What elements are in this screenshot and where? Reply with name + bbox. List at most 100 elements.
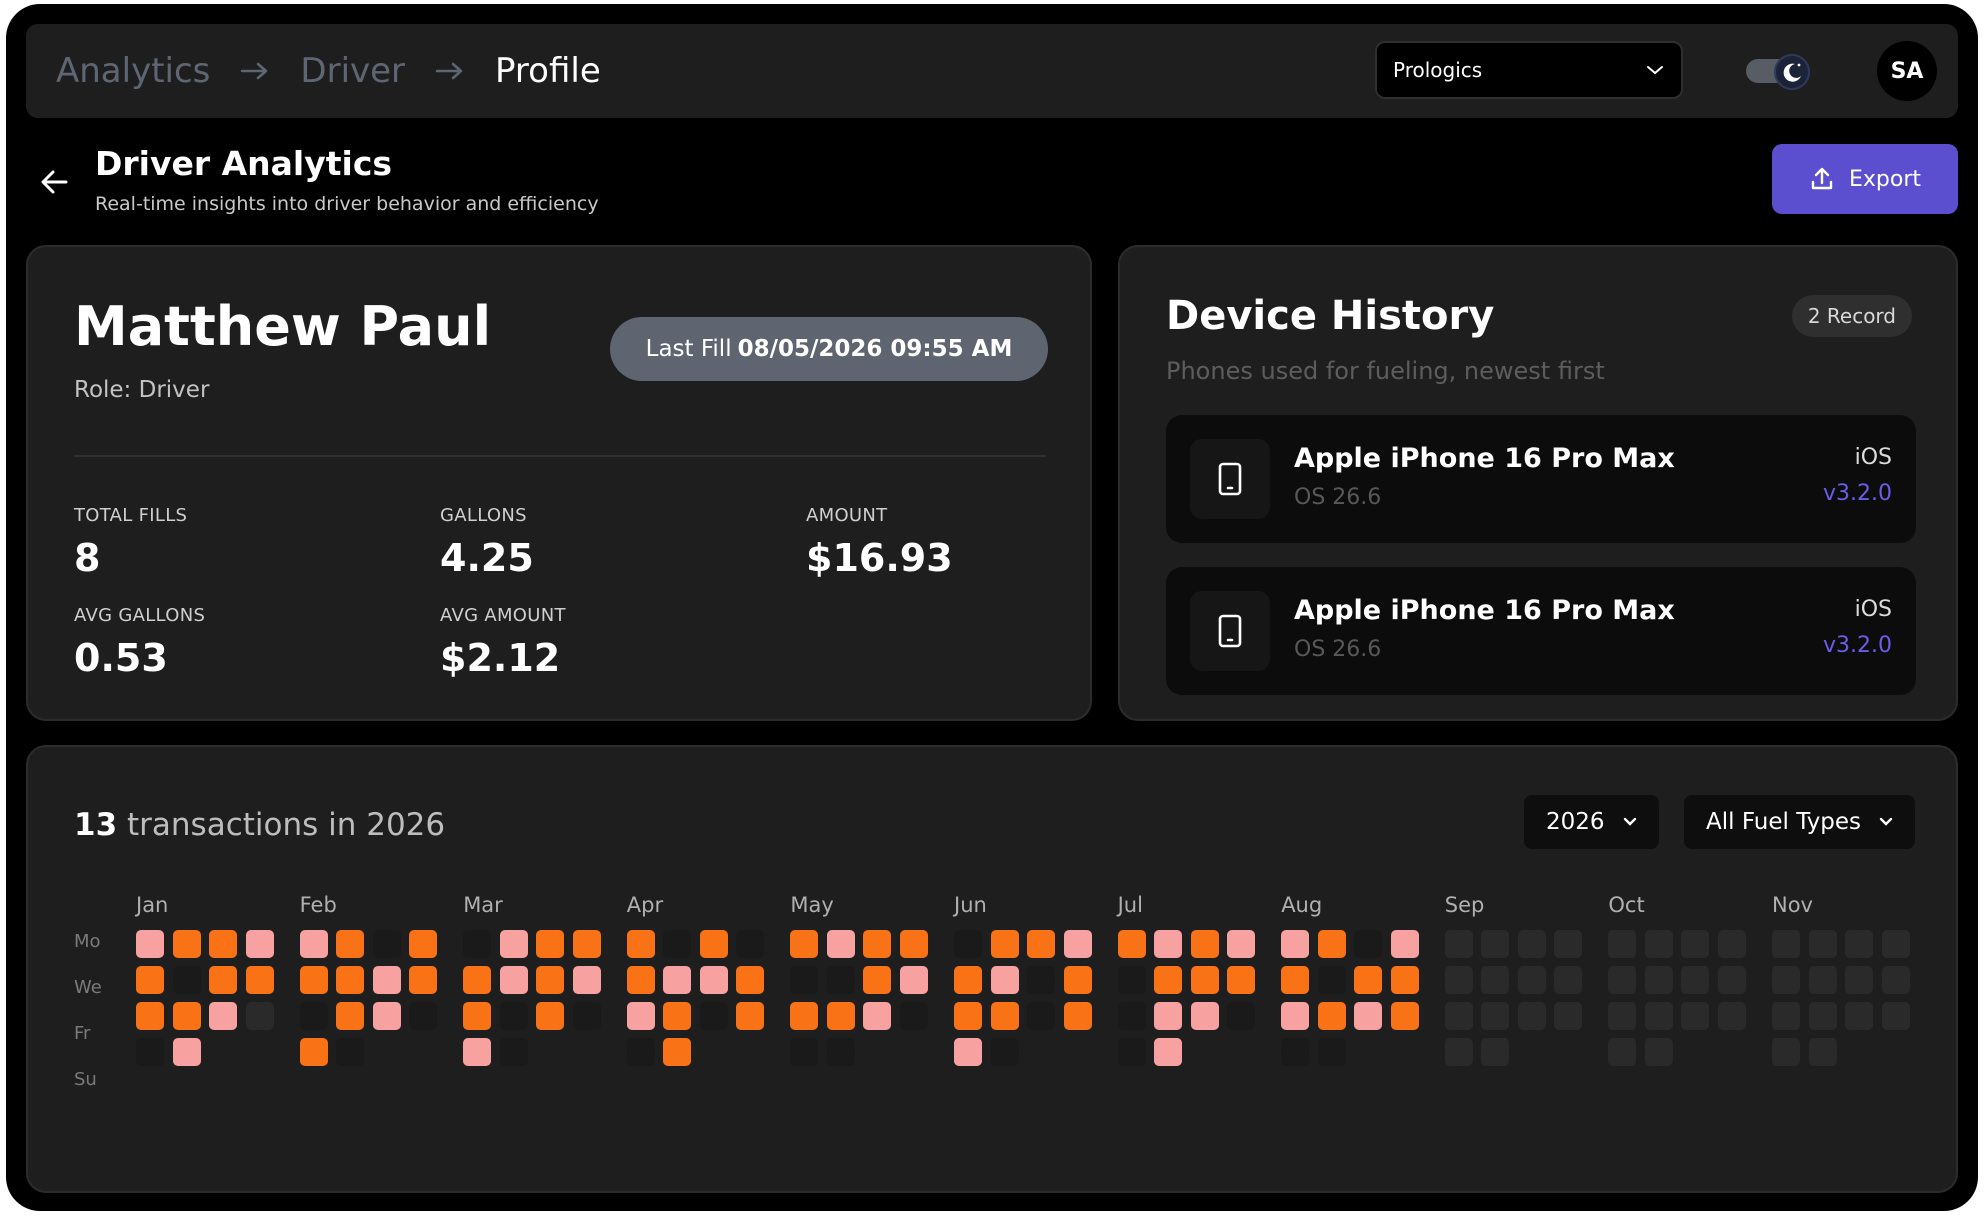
heatmap-cell[interactable] bbox=[1117, 1038, 1146, 1066]
heatmap-cell[interactable] bbox=[499, 966, 528, 994]
heatmap-cell[interactable] bbox=[372, 966, 401, 994]
heatmap-cell[interactable] bbox=[1190, 966, 1219, 994]
heatmap-cell[interactable] bbox=[990, 966, 1019, 994]
heatmap-cell[interactable] bbox=[336, 930, 365, 958]
heatmap-cell[interactable] bbox=[1644, 966, 1673, 994]
heatmap-cell[interactable] bbox=[1281, 1038, 1310, 1066]
heatmap-cell[interactable] bbox=[1681, 966, 1710, 994]
heatmap-cell[interactable] bbox=[1808, 966, 1837, 994]
heatmap-cell[interactable] bbox=[1644, 1038, 1673, 1066]
heatmap-cell[interactable] bbox=[1354, 930, 1383, 958]
heatmap-cell[interactable] bbox=[1063, 930, 1092, 958]
heatmap-cell[interactable] bbox=[1154, 1038, 1183, 1066]
heatmap-cell[interactable] bbox=[336, 966, 365, 994]
heatmap-cell[interactable] bbox=[1027, 930, 1055, 958]
heatmap-cell[interactable] bbox=[1227, 930, 1256, 958]
heatmap-cell[interactable] bbox=[699, 930, 728, 958]
heatmap-cell[interactable] bbox=[1608, 1038, 1637, 1066]
heatmap-cell[interactable] bbox=[663, 966, 692, 994]
device-item[interactable]: Apple iPhone 16 Pro Max OS 26.6 iOS v3.2… bbox=[1166, 567, 1916, 695]
heatmap-cell[interactable] bbox=[536, 1002, 565, 1030]
heatmap-cell[interactable] bbox=[1227, 1002, 1256, 1030]
breadcrumb-analytics[interactable]: Analytics bbox=[56, 51, 210, 91]
heatmap-cell[interactable] bbox=[954, 966, 982, 994]
heatmap-cell[interactable] bbox=[409, 1002, 438, 1030]
heatmap-cell[interactable] bbox=[1717, 966, 1746, 994]
year-select[interactable]: 2026 bbox=[1524, 795, 1659, 849]
heatmap-cell[interactable] bbox=[245, 966, 274, 994]
heatmap-cell[interactable] bbox=[790, 1002, 819, 1030]
heatmap-cell[interactable] bbox=[899, 1002, 928, 1030]
heatmap-cell[interactable] bbox=[1808, 1002, 1837, 1030]
heatmap-cell[interactable] bbox=[1390, 930, 1419, 958]
heatmap-cell[interactable] bbox=[1554, 966, 1583, 994]
heatmap-cell[interactable] bbox=[899, 930, 928, 958]
heatmap-cell[interactable] bbox=[1481, 966, 1510, 994]
heatmap-cell[interactable] bbox=[1881, 966, 1910, 994]
heatmap-cell[interactable] bbox=[1845, 930, 1873, 958]
heatmap-cell[interactable] bbox=[736, 930, 765, 958]
heatmap-cell[interactable] bbox=[1154, 930, 1183, 958]
heatmap-cell[interactable] bbox=[572, 966, 601, 994]
heatmap-cell[interactable] bbox=[336, 1002, 365, 1030]
heatmap-cell[interactable] bbox=[1808, 1038, 1837, 1066]
heatmap-cell[interactable] bbox=[663, 930, 692, 958]
heatmap-cell[interactable] bbox=[1481, 930, 1510, 958]
heatmap-cell[interactable] bbox=[1845, 1002, 1873, 1030]
heatmap-cell[interactable] bbox=[1190, 1002, 1219, 1030]
heatmap-cell[interactable] bbox=[209, 930, 237, 958]
heatmap-cell[interactable] bbox=[826, 966, 855, 994]
heatmap-cell[interactable] bbox=[1517, 966, 1546, 994]
heatmap-cell[interactable] bbox=[1772, 930, 1800, 958]
user-avatar[interactable]: SA bbox=[1877, 41, 1937, 101]
heatmap-cell[interactable] bbox=[209, 1002, 237, 1030]
heatmap-cell[interactable] bbox=[954, 930, 982, 958]
heatmap-cell[interactable] bbox=[790, 930, 819, 958]
heatmap-cell[interactable] bbox=[1317, 1002, 1346, 1030]
heatmap-cell[interactable] bbox=[136, 930, 164, 958]
heatmap-cell[interactable] bbox=[463, 1038, 492, 1066]
heatmap-cell[interactable] bbox=[1317, 1038, 1346, 1066]
heatmap-cell[interactable] bbox=[1772, 1002, 1800, 1030]
heatmap-cell[interactable] bbox=[626, 930, 655, 958]
heatmap-cell[interactable] bbox=[1281, 930, 1310, 958]
heatmap-cell[interactable] bbox=[1681, 1002, 1710, 1030]
heatmap-cell[interactable] bbox=[499, 930, 528, 958]
heatmap-cell[interactable] bbox=[1227, 966, 1256, 994]
heatmap-cell[interactable] bbox=[1681, 930, 1710, 958]
heatmap-cell[interactable] bbox=[826, 930, 855, 958]
heatmap-cell[interactable] bbox=[299, 966, 328, 994]
heatmap-cell[interactable] bbox=[336, 1038, 365, 1066]
heatmap-cell[interactable] bbox=[736, 966, 765, 994]
heatmap-cell[interactable] bbox=[1444, 1038, 1473, 1066]
heatmap-cell[interactable] bbox=[990, 1002, 1019, 1030]
heatmap-cell[interactable] bbox=[1190, 930, 1219, 958]
heatmap-cell[interactable] bbox=[1154, 966, 1183, 994]
heatmap-cell[interactable] bbox=[499, 1038, 528, 1066]
heatmap-cell[interactable] bbox=[1608, 966, 1637, 994]
heatmap-cell[interactable] bbox=[736, 1002, 765, 1030]
heatmap-cell[interactable] bbox=[1444, 930, 1473, 958]
device-item[interactable]: Apple iPhone 16 Pro Max OS 26.6 iOS v3.2… bbox=[1166, 415, 1916, 543]
organization-select[interactable]: Prologics bbox=[1375, 41, 1683, 99]
heatmap-cell[interactable] bbox=[1390, 1002, 1419, 1030]
heatmap-cell[interactable] bbox=[1608, 930, 1637, 958]
heatmap-cell[interactable] bbox=[1317, 966, 1346, 994]
export-button[interactable]: Export bbox=[1772, 144, 1958, 214]
heatmap-cell[interactable] bbox=[663, 1038, 692, 1066]
heatmap-cell[interactable] bbox=[990, 1038, 1019, 1066]
heatmap-cell[interactable] bbox=[1644, 930, 1673, 958]
heatmap-cell[interactable] bbox=[790, 1038, 819, 1066]
heatmap-cell[interactable] bbox=[572, 930, 601, 958]
heatmap-cell[interactable] bbox=[1845, 966, 1873, 994]
theme-toggle[interactable] bbox=[1746, 54, 1812, 90]
heatmap-cell[interactable] bbox=[1117, 966, 1146, 994]
heatmap-cell[interactable] bbox=[1390, 966, 1419, 994]
heatmap-cell[interactable] bbox=[172, 930, 201, 958]
heatmap-cell[interactable] bbox=[1608, 1002, 1637, 1030]
fuel-type-select[interactable]: All Fuel Types bbox=[1684, 795, 1916, 849]
heatmap-cell[interactable] bbox=[626, 966, 655, 994]
heatmap-cell[interactable] bbox=[463, 966, 492, 994]
heatmap-cell[interactable] bbox=[1517, 1002, 1546, 1030]
heatmap-cell[interactable] bbox=[172, 1002, 201, 1030]
